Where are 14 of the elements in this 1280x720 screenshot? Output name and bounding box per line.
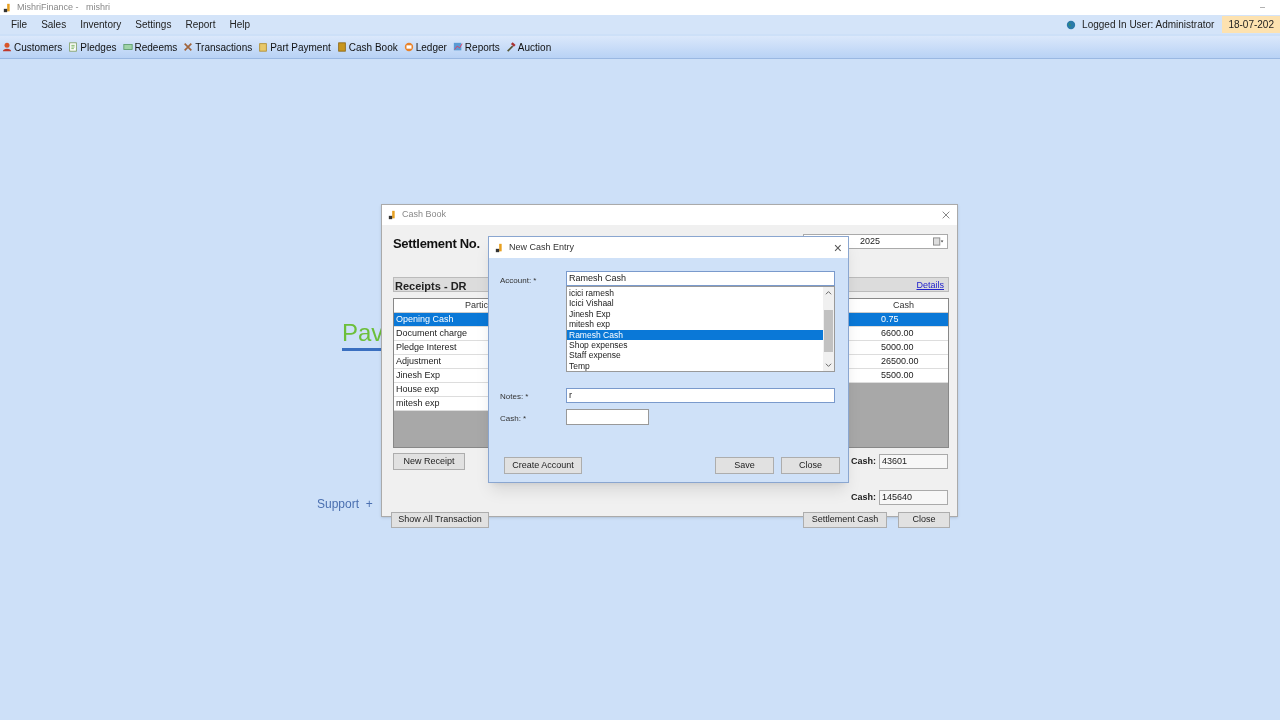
logged-in-user: Logged In User: Administrator <box>1082 18 1215 32</box>
section-title: Receipts - DR <box>395 279 467 294</box>
total-field: 43601 <box>879 454 948 469</box>
date-label: 18-07-202 <box>1222 16 1280 33</box>
total-label: Cash: <box>851 454 876 468</box>
cash-label: Cash: * <box>500 413 527 425</box>
settlement-heading: Settlement No. <box>393 235 480 253</box>
window-title: MishriFinance - mishri <box>17 0 111 14</box>
account-label: Account: * <box>500 275 537 287</box>
window-title: Cash Book <box>402 208 448 222</box>
total-label: Cash: <box>851 490 876 504</box>
total-field: 145640 <box>879 490 948 505</box>
dialog-title: New Cash Entry <box>509 240 576 254</box>
support-text: Support + <box>317 496 373 513</box>
